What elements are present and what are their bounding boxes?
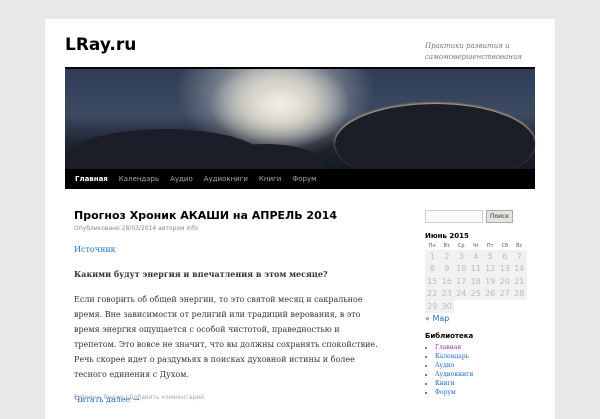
- calendar-day: 12: [483, 262, 498, 275]
- calendar-day: 27: [497, 287, 512, 300]
- library-link[interactable]: Форум: [435, 389, 456, 396]
- calendar-day: 26: [483, 287, 498, 300]
- library-item: Книги: [435, 379, 535, 388]
- weekday-header: Чт: [472, 243, 479, 249]
- calendar-day: 10: [454, 262, 469, 275]
- calendar-week: 15 16 17 18 19 20 21: [425, 275, 527, 288]
- calendar: Пн Вт Ср Чт Пт Сб Вс 1 2 3 4 5 6 7 8 9 10 11 12 13 14 15 16 17…: [425, 242, 527, 313]
- author-link[interactable]: info: [186, 225, 197, 232]
- calendar-day: 30: [439, 300, 454, 313]
- weekday-header: Вс: [516, 243, 523, 249]
- calendar-day: 7: [512, 250, 527, 263]
- calendar-day: 29: [425, 300, 440, 313]
- calendar-week: 29 30: [425, 300, 527, 313]
- calendar-day: 5: [483, 250, 498, 263]
- nav-item-audio[interactable]: Аудио: [170, 175, 193, 183]
- library-link[interactable]: Аудио: [435, 362, 454, 369]
- calendar-week: 1234567: [425, 250, 527, 263]
- calendar-day: 15: [425, 275, 440, 288]
- nav-item-calendar[interactable]: Календарь: [119, 175, 159, 183]
- calendar-day: 4: [468, 250, 483, 263]
- search-button[interactable]: Поиск: [486, 210, 514, 223]
- meta-prefix: Опубликовано: [74, 225, 120, 232]
- post-subtitle: Какими будут энергия и впечатления в это…: [74, 269, 328, 279]
- library-link[interactable]: Главная: [435, 344, 461, 351]
- main-nav: Главная Календарь Аудио Аудиокниги Книги…: [65, 169, 535, 189]
- search-form: Поиск: [425, 210, 535, 223]
- calendar-day: 18: [468, 275, 483, 288]
- post: Прогноз Хроник АКАШИ на АПРЕЛЬ 2014 Опуб…: [74, 209, 384, 407]
- nav-item-books[interactable]: Книги: [259, 175, 281, 183]
- calendar-day: 17: [454, 275, 469, 288]
- calendar-day: 8: [425, 262, 440, 275]
- calendar-day: 25: [468, 287, 483, 300]
- post-body: Если говорить об общей энергии, то это с…: [74, 295, 378, 379]
- calendar-day: 9: [439, 262, 454, 275]
- post-meta: Опубликовано 28/03/2014 автором info: [74, 225, 384, 232]
- calendar-week: 8 9 10 11 12 13 14: [425, 262, 527, 275]
- library-item: Календарь: [435, 352, 535, 361]
- calendar-day: 14: [512, 262, 527, 275]
- calendar-day: 2: [439, 250, 454, 263]
- site-description: Практики развития и самомовершенствовани…: [425, 42, 523, 61]
- calendar-day: 3: [454, 250, 469, 263]
- calendar-day: 11: [468, 262, 483, 275]
- weekday-header: Пн: [428, 243, 436, 249]
- weekday-header: Ср: [457, 243, 465, 249]
- weekday-header: Сб: [501, 243, 509, 249]
- calendar-day: 13: [497, 262, 512, 275]
- nav-item-forum[interactable]: Форум: [292, 175, 316, 183]
- library-link[interactable]: Книги: [435, 380, 455, 387]
- calendar-day: 23: [439, 287, 454, 300]
- calendar-day: 6: [497, 250, 512, 263]
- calendar-day: 21: [512, 275, 527, 288]
- post-date-link[interactable]: 28/03/2014: [122, 225, 157, 232]
- calendar-day: 20: [497, 275, 512, 288]
- calendar-day: 1: [425, 250, 440, 263]
- library-title: Библиотека: [425, 331, 474, 340]
- calendar-prev-link[interactable]: « Мар: [425, 314, 535, 323]
- sidebar: Поиск Июнь 2015 Пн Вт Ср Чт Пт Сб Вс 123456789…: [425, 210, 535, 397]
- calendar-day: 24: [454, 287, 469, 300]
- calendar-day: 28: [512, 287, 527, 300]
- nav-item-home[interactable]: Главная: [75, 175, 108, 183]
- library-link[interactable]: Аудиокниги: [435, 371, 473, 378]
- post-title[interactable]: Прогноз Хроник АКАШИ на АПРЕЛЬ 2014: [74, 209, 384, 222]
- library-item: Главная: [435, 343, 535, 352]
- library-item: Форум: [435, 388, 535, 397]
- search-input[interactable]: [425, 210, 483, 223]
- weekday-header: Пт: [486, 243, 494, 249]
- header-banner-image: [65, 67, 535, 189]
- calendar-title: Июнь 2015: [425, 232, 469, 240]
- site-title[interactable]: LRay.ru: [65, 35, 136, 55]
- weekday-header: Вт: [443, 243, 450, 249]
- source-link[interactable]: Источник: [74, 245, 116, 254]
- library-list: Главная Календарь Аудио Аудиокниги Книги Фору…: [425, 343, 535, 397]
- library-item: Аудиокниги: [435, 370, 535, 379]
- nav-item-audiobooks[interactable]: Аудиокниги: [204, 175, 248, 183]
- calendar-week: 22 23 24 25 26 27 28: [425, 287, 527, 300]
- calendar-day: 16: [439, 275, 454, 288]
- calendar-day: 22: [425, 287, 440, 300]
- library-link[interactable]: Календарь: [435, 353, 469, 360]
- meta-by: автором: [158, 225, 185, 232]
- library-item: Аудио: [435, 361, 535, 370]
- page: LRay.ru Практики развития и самомовершен…: [45, 19, 555, 419]
- calendar-day: 19: [483, 275, 498, 288]
